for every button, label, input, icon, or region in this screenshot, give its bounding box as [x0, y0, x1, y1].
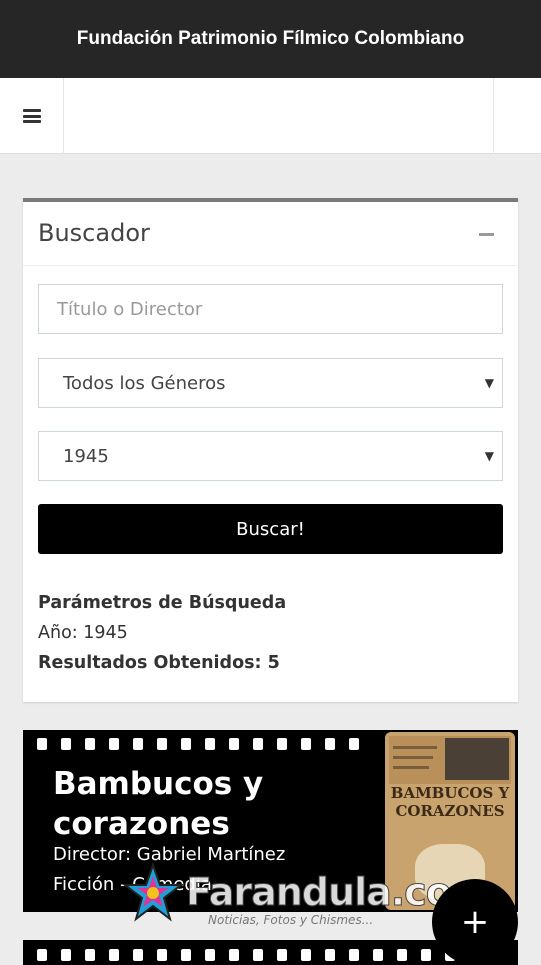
menu-button[interactable] — [0, 78, 64, 154]
watermark-star-logo — [122, 862, 184, 922]
search-panel: Buscador Título o Director Todos los Gén… — [23, 198, 518, 702]
caret-down-icon: ▼ — [484, 376, 494, 390]
search-panel-title: Buscador — [38, 219, 150, 247]
watermark-brand: Farandula.co — [186, 870, 453, 915]
hamburger-icon — [22, 109, 41, 123]
search-button-label: Buscar! — [236, 518, 305, 540]
poster-title: BAMBUCOS Y CORAZONES — [390, 784, 510, 820]
title-director-input[interactable]: Título o Director — [38, 284, 503, 334]
navbar-divider — [493, 78, 494, 154]
watermark-tagline: Noticias, Fotos y Chismes... — [208, 913, 374, 927]
genre-select[interactable]: Todos los Géneros ▼ — [38, 358, 503, 408]
add-fab-button[interactable]: + — [432, 879, 518, 965]
caret-down-icon: ▼ — [484, 449, 494, 463]
search-button[interactable]: Buscar! — [38, 504, 503, 554]
top-navbar — [0, 78, 541, 154]
year-select[interactable]: 1945 ▼ — [38, 431, 503, 481]
search-parameters: Parámetros de Búsqueda Año: 1945 Resulta… — [38, 588, 286, 678]
collapse-button[interactable] — [472, 220, 500, 248]
genre-select-value: Todos los Géneros — [63, 372, 226, 394]
plus-icon: + — [460, 902, 490, 942]
year-select-value: 1945 — [63, 445, 109, 467]
app-title-bar: Fundación Patrimonio Fílmico Colombiano — [0, 0, 541, 78]
app-title: Fundación Patrimonio Fílmico Colombiano — [76, 28, 465, 49]
search-panel-header: Buscador — [23, 202, 518, 266]
film-title[interactable]: Bambucos y corazones — [53, 764, 373, 844]
film-sprockets — [23, 733, 383, 755]
parameters-year: Año: 1945 — [38, 623, 128, 643]
minus-icon — [478, 232, 494, 236]
title-director-placeholder: Título o Director — [57, 298, 203, 320]
results-count: Resultados Obtenidos: 5 — [38, 653, 280, 673]
poster-photo — [445, 738, 509, 780]
parameters-heading: Parámetros de Búsqueda — [38, 593, 287, 613]
